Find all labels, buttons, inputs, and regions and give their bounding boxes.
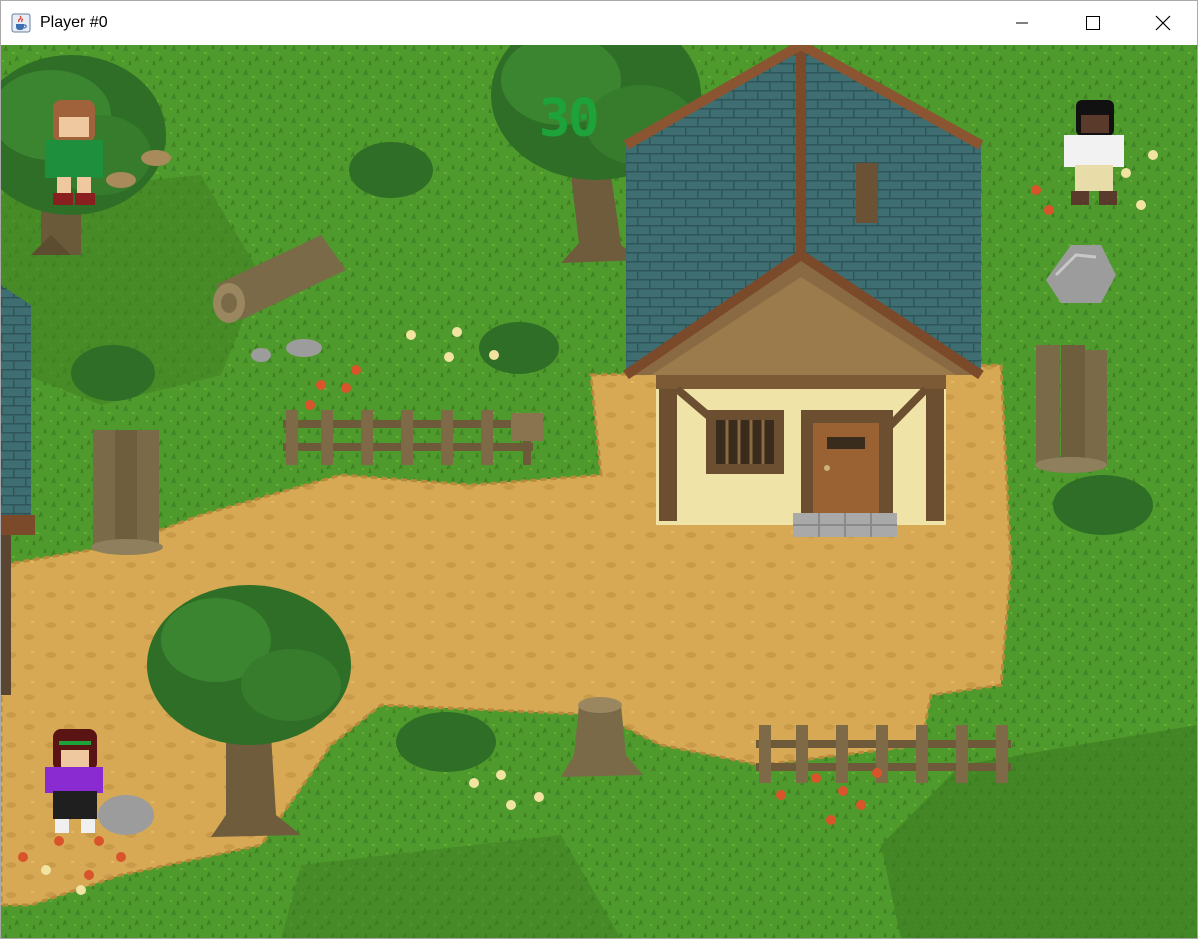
rock-small [98,795,154,835]
rock-small [251,348,271,362]
bush [479,322,559,374]
rock-small [286,339,322,357]
mushroom [141,150,171,166]
game-window: Player #0 30 [0,0,1198,939]
round-timer: 30 [539,89,600,149]
game-viewport[interactable]: 30 [1,45,1197,938]
title-bar: Player #0 [1,1,1197,45]
bush [396,712,496,772]
close-icon [1155,15,1171,31]
bush [349,142,433,198]
bush [71,345,155,401]
player-purple-shirt [45,729,103,833]
log-pile-right [1035,345,1107,473]
window-title: Player #0 [40,14,108,31]
log-pile-left [91,430,163,555]
house-center [623,45,984,537]
mushroom [106,172,136,188]
maximize-button[interactable] [1058,1,1128,45]
maximize-icon [1086,16,1100,30]
close-button[interactable] [1128,1,1197,45]
minimize-icon [1016,22,1028,24]
java-cup-icon [11,13,31,33]
minimize-button[interactable] [987,1,1057,45]
game-scene [1,45,1197,938]
bush [1053,475,1153,535]
